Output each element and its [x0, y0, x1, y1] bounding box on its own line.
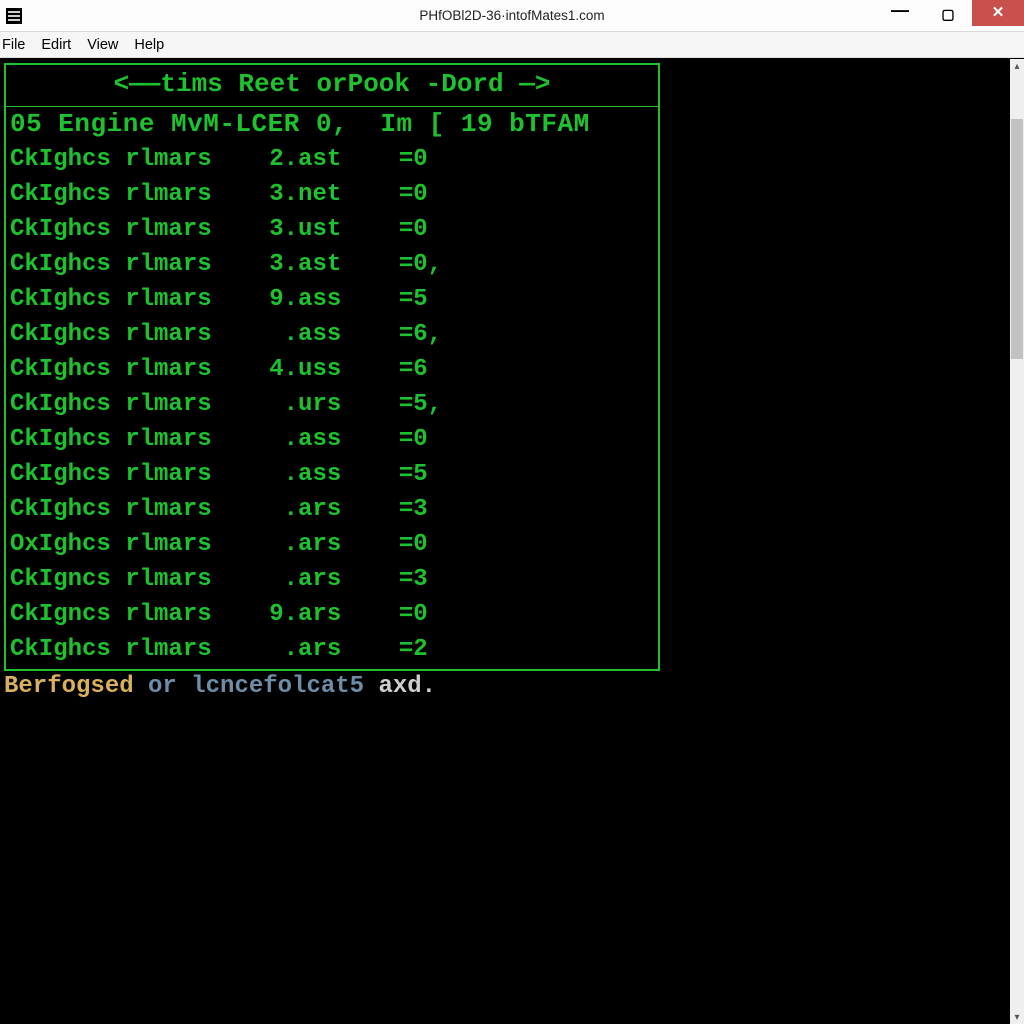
terminal-row: CkIghcs rlmars .ars =3 [10, 492, 654, 527]
minimize-button[interactable]: — [876, 0, 924, 28]
terminal-title-row: 05 Engine MvM-LCER 0, Im [ 19 bTFAM [10, 107, 654, 142]
scrollbar-thumb[interactable] [1011, 119, 1023, 359]
terminal-row: CkIghcs rlmars 3.ast =0, [10, 247, 654, 282]
terminal-row: OxIghcs rlmars .ars =0 [10, 527, 654, 562]
window-controls: — ▢ ✕ [876, 0, 1024, 31]
vertical-scrollbar[interactable]: ▴ ▾ [1010, 59, 1024, 1024]
app-icon [6, 8, 22, 24]
terminal-header: <——tims Reet orPook -Dord —> [6, 65, 658, 107]
menu-edirt[interactable]: Edirt [37, 35, 83, 55]
menu-view[interactable]: View [83, 35, 130, 55]
maximize-button[interactable]: ▢ [924, 0, 972, 28]
terminal-panel: <——tims Reet orPook -Dord —> 05 Engine M… [4, 63, 660, 671]
menu-help[interactable]: Help [130, 35, 176, 55]
terminal-body: 05 Engine MvM-LCER 0, Im [ 19 bTFAM CkIg… [6, 107, 658, 669]
scrollbar-down-arrow[interactable]: ▾ [1010, 1010, 1024, 1024]
terminal-row: CkIghcs rlmars .ars =2 [10, 632, 654, 667]
status-part-3: axd. [378, 673, 436, 700]
menubar: File Edirt View Help [0, 32, 1024, 58]
terminal-row: CkIgncs rlmars 9.ars =0 [10, 597, 654, 632]
scrollbar-up-arrow[interactable]: ▴ [1010, 59, 1024, 73]
window-title: PHfOBl2D-36·intofMates1.com [419, 8, 604, 23]
terminal-row: CkIghcs rlmars .ass =5 [10, 457, 654, 492]
terminal-row: CkIghcs rlmars 3.net =0 [10, 177, 654, 212]
status-part-2: or lcncefolcat5 [134, 673, 379, 700]
terminal-row: CkIghcs rlmars 9.ass =5 [10, 282, 654, 317]
terminal-row: CkIghcs rlmars .ass =0 [10, 422, 654, 457]
terminal-row: CkIghcs rlmars .urs =5, [10, 387, 654, 422]
menu-file[interactable]: File [2, 35, 37, 55]
client-area: <——tims Reet orPook -Dord —> 05 Engine M… [0, 58, 1024, 1024]
terminal-row: CkIghcs rlmars .ass =6, [10, 317, 654, 352]
terminal-row: CkIghcs rlmars 4.uss =6 [10, 352, 654, 387]
terminal-row: CkIgncs rlmars .ars =3 [10, 562, 654, 597]
close-button[interactable]: ✕ [972, 0, 1024, 26]
terminal-row: CkIghcs rlmars 2.ast =0 [10, 142, 654, 177]
terminal-row: CkIghcs rlmars 3.ust =0 [10, 212, 654, 247]
status-part-1: Berfogsed [4, 673, 134, 700]
status-line: Berfogsed or lcncefolcat5 axd. [4, 673, 436, 700]
window-titlebar: PHfOBl2D-36·intofMates1.com — ▢ ✕ [0, 0, 1024, 32]
